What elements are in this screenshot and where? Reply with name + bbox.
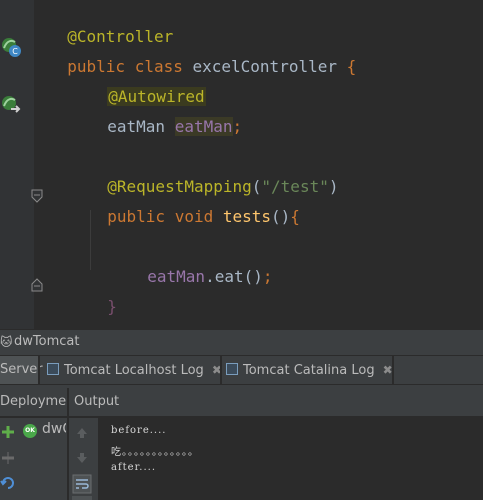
semicolon: ; xyxy=(232,117,243,136)
code-line[interactable]: eatMan eatMan; xyxy=(88,97,242,137)
tab-label: Server xyxy=(0,362,43,377)
deploy-remove-icon[interactable] xyxy=(0,450,16,466)
class-name: excelController xyxy=(182,57,347,76)
output-line: 吃。。。。。。。。。。。。 xyxy=(111,447,199,458)
method-call: .eat xyxy=(205,267,244,286)
tab-label: Tomcat Localhost Log xyxy=(64,363,204,378)
soft-wrap-icon[interactable] xyxy=(72,474,92,494)
tab-tomcat-catalina-log[interactable]: Tomcat Catalina Log ✖ xyxy=(226,356,393,384)
code-line[interactable]: public void tests(){ xyxy=(88,187,300,227)
tab-divider xyxy=(38,356,40,384)
fold-end-marker-icon[interactable] xyxy=(31,278,43,292)
paren: () xyxy=(243,267,263,286)
method-name: tests xyxy=(213,207,272,226)
tab-divider xyxy=(392,356,394,384)
output-line: before.... xyxy=(111,425,167,436)
keyword: public void xyxy=(107,207,214,226)
brace: { xyxy=(290,207,300,226)
fold-marker-icon[interactable] xyxy=(31,189,43,203)
tool-window-title: dwTomcat xyxy=(14,334,80,349)
paren: () xyxy=(271,207,291,226)
svg-text:C: C xyxy=(12,47,18,56)
spring-controller-icon[interactable]: C xyxy=(0,36,22,58)
tab-label: Tomcat Catalina Log xyxy=(243,363,375,378)
tab-server[interactable]: Server xyxy=(0,356,43,384)
type-name: eatMan xyxy=(107,117,175,136)
panel-header-bar xyxy=(0,388,483,416)
log-icon xyxy=(226,363,238,375)
output-header[interactable]: Output xyxy=(74,388,134,416)
tab-bar: Server Tomcat Localhost Log ✖ Tomcat Cata… xyxy=(0,355,483,385)
scroll-up-icon[interactable] xyxy=(74,425,90,441)
tomcat-icon: 🐱 xyxy=(0,335,13,349)
toolbar-button-partial[interactable] xyxy=(72,496,92,500)
semicolon: ; xyxy=(262,267,273,286)
code-line[interactable]: eatMan.eat(); xyxy=(128,247,273,287)
tab-tomcat-localhost-log[interactable]: Tomcat Localhost Log ✖ xyxy=(47,356,222,384)
scroll-down-icon[interactable] xyxy=(74,450,90,466)
tab-divider xyxy=(220,356,222,384)
spring-bean-icon[interactable] xyxy=(0,94,22,116)
field-name: eatMan xyxy=(174,117,233,136)
deploy-add-icon[interactable] xyxy=(0,424,16,440)
status-badge: OK xyxy=(25,427,35,434)
log-icon xyxy=(47,363,59,375)
deployment-header[interactable]: Deployment xyxy=(0,388,66,416)
redeploy-icon[interactable] xyxy=(0,475,16,491)
brace: { xyxy=(346,57,357,76)
status-ok-icon: OK xyxy=(23,424,37,438)
output-line: after.... xyxy=(111,462,156,473)
tool-window-title-bar[interactable]: 🐱 dwTomcat xyxy=(0,330,483,354)
field-name: eatMan xyxy=(147,267,206,286)
paren: ) xyxy=(328,177,339,196)
code-line[interactable]: } xyxy=(88,277,117,317)
deployment-item[interactable]: dwC xyxy=(42,421,66,437)
brace: } xyxy=(107,297,117,316)
